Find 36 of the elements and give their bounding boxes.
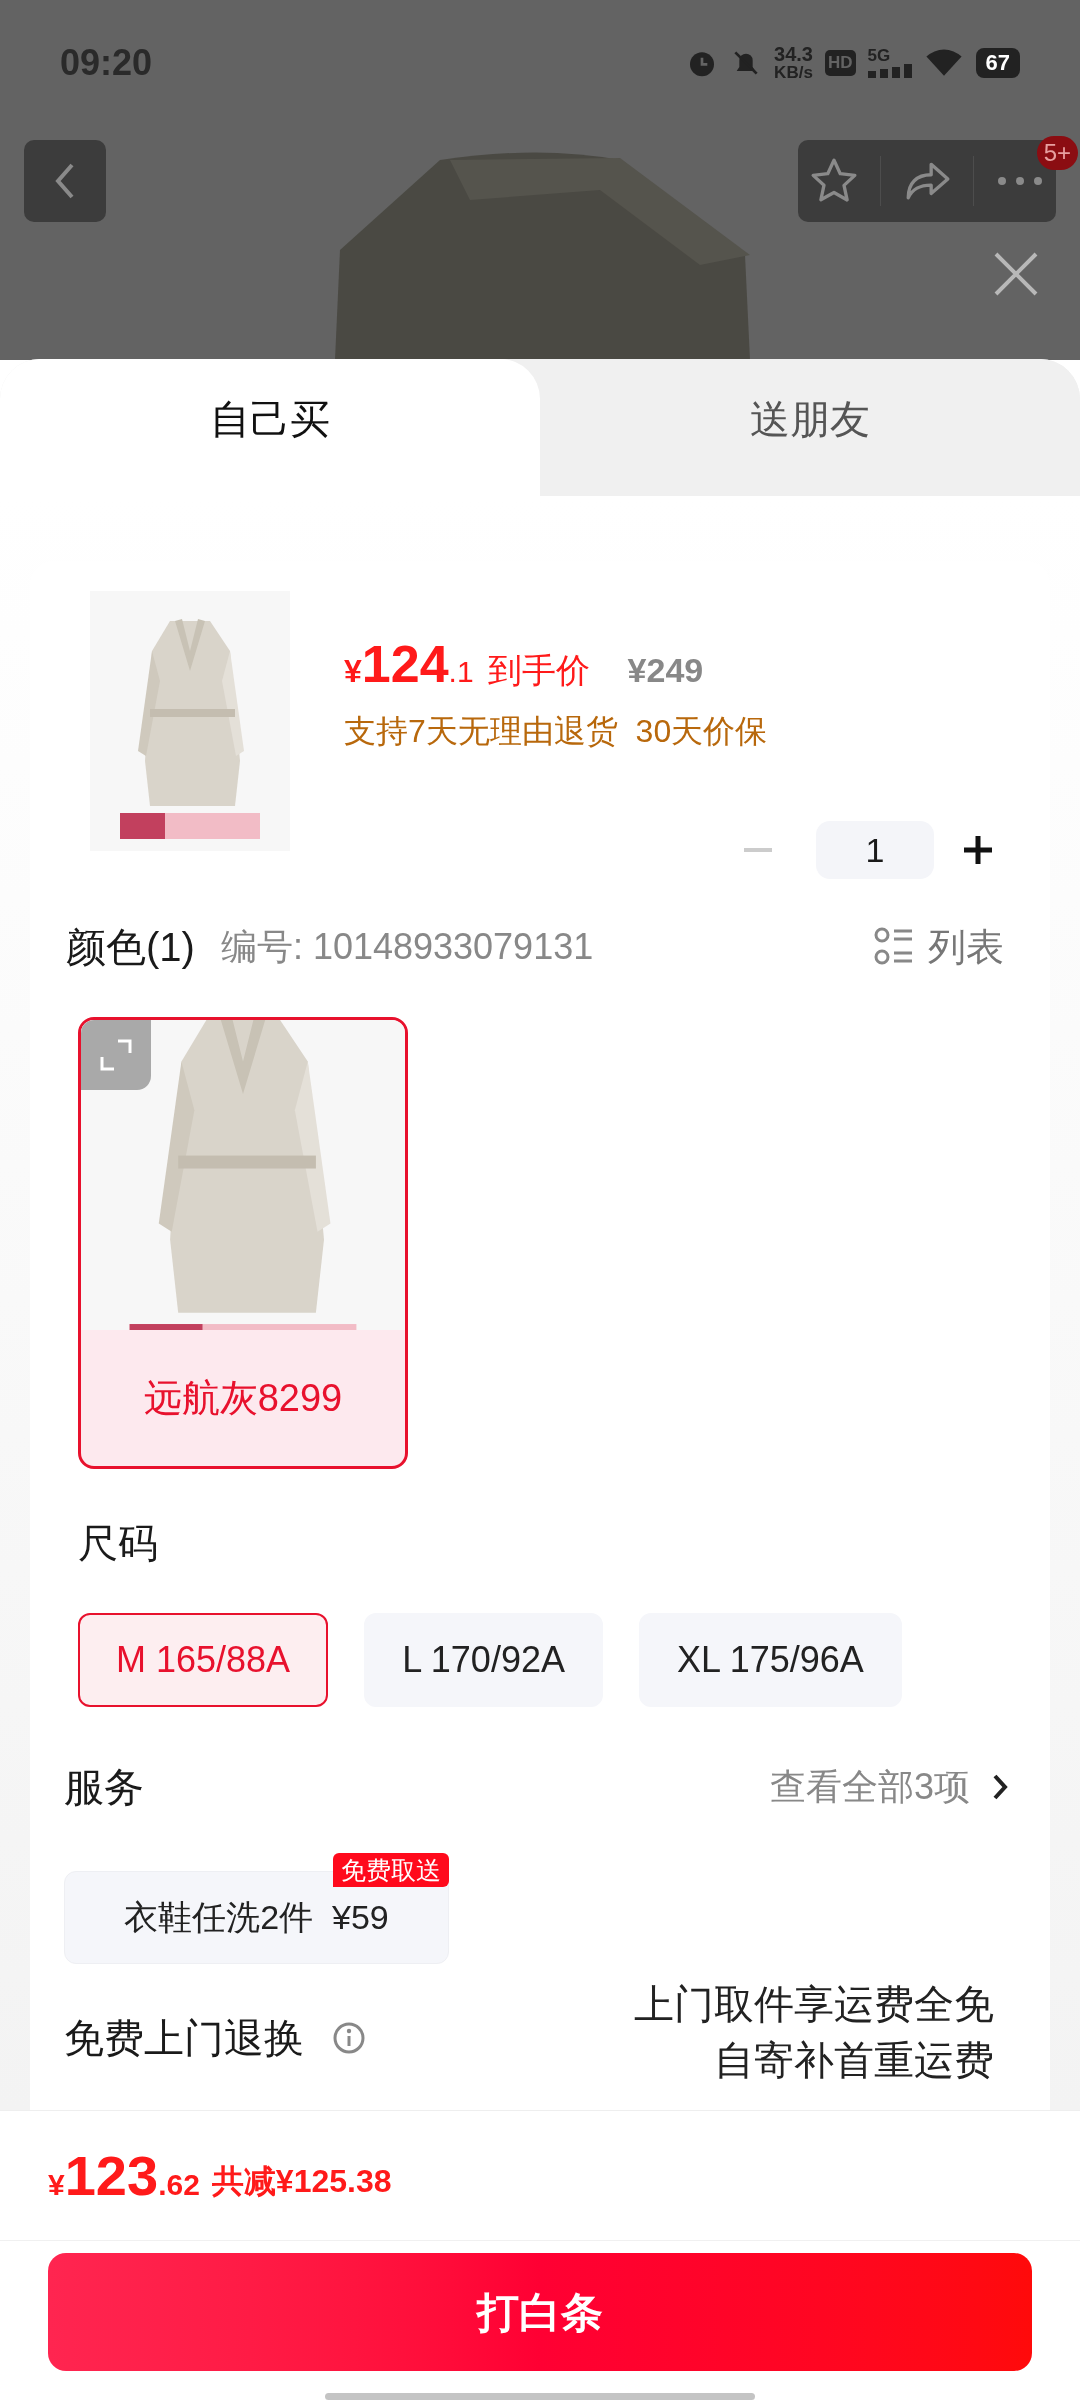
price: ¥124.1 xyxy=(344,634,474,695)
size-option[interactable]: XL 175/96A xyxy=(638,1613,902,1707)
original-price: ¥249 xyxy=(627,650,704,691)
notification-badge: 5+ xyxy=(1036,136,1078,170)
guarantee-text: 支持7天无理由退货 30天价保 xyxy=(344,712,769,751)
list-icon xyxy=(874,927,914,967)
service-tag: 免费取送 xyxy=(333,1853,449,1887)
net-speed: 34.3 xyxy=(774,44,813,64)
chevron-right-icon xyxy=(992,1773,1008,1801)
view-all-link[interactable]: 查看全部3项 xyxy=(769,1760,1008,1814)
free-return-detail: 上门取件享运费全免 xyxy=(634,1981,994,2028)
network-type: 5G xyxy=(867,47,892,64)
back-button[interactable] xyxy=(24,140,106,222)
status-time: 09:20 xyxy=(60,40,153,85)
tab[interactable]: 自己买 xyxy=(0,359,540,496)
section-title: 尺码 xyxy=(78,1520,159,1567)
section-title: 颜色(1) xyxy=(66,924,195,971)
total-price: ¥123.62 xyxy=(48,2142,200,2209)
size-option[interactable]: M 165/88A xyxy=(78,1613,329,1707)
section-title: 服务 xyxy=(64,1764,144,1811)
net-speed-unit: KB/s xyxy=(774,64,813,81)
size-option[interactable]: L 170/92A xyxy=(364,1613,603,1707)
color-option[interactable]: 远航灰8299 xyxy=(78,1017,408,1469)
pay-button[interactable]: 打白条 xyxy=(48,2253,1032,2371)
free-return-title: 免费上门退换 xyxy=(64,2015,304,2062)
close-icon[interactable] xyxy=(992,250,1040,298)
plus-icon[interactable] xyxy=(962,834,994,866)
free-return-detail: 自寄补首重运费 xyxy=(714,2037,994,2084)
list-view-toggle[interactable]: 列表 xyxy=(874,918,1004,976)
price-label: 到手价 xyxy=(487,650,590,691)
discount-text: 共减¥125.38 xyxy=(211,2161,392,2201)
quantity-field[interactable]: 1 xyxy=(816,821,934,879)
expand-icon[interactable] xyxy=(81,1020,151,1090)
info-icon[interactable] xyxy=(332,2021,366,2055)
signal-icon xyxy=(867,64,912,78)
sku-number: 编号: 10148933079131 xyxy=(220,925,594,969)
